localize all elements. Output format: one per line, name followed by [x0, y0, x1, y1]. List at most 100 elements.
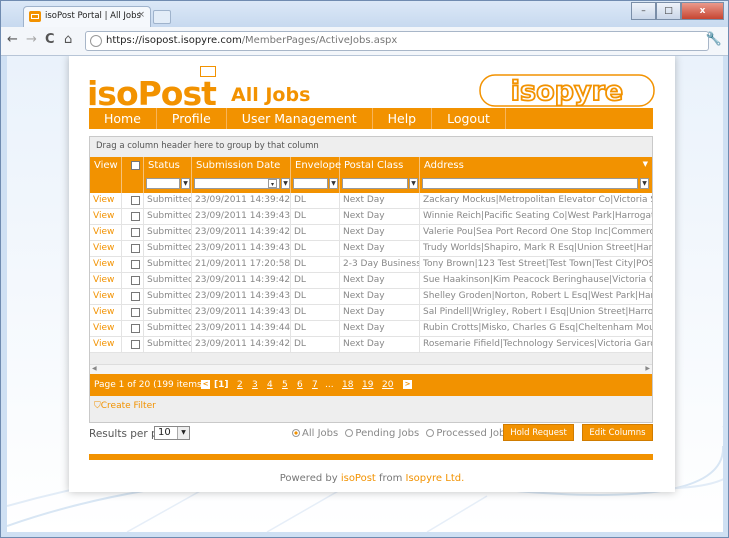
page-link[interactable]: 7 [312, 380, 318, 390]
group-by-hint[interactable]: Drag a column header here to group by th… [96, 141, 319, 151]
page-link[interactable]: 4 [267, 380, 273, 390]
results-per-page-select[interactable]: 10 ▼ [154, 426, 190, 440]
isopost-link[interactable]: isoPost [341, 473, 376, 484]
view-link[interactable]: View [90, 193, 122, 208]
create-filter-link[interactable]: ⛉Create Filter [94, 401, 156, 411]
table-row[interactable]: View Submitted 23/09/2011 14:39:43 DL Next D… [90, 209, 652, 225]
table-row[interactable]: View Submitted 23/09/2011 14:39:43 DL Next D… [90, 241, 652, 257]
table-row[interactable]: View Submitted 21/09/2011 17:20:58 DL 2-3 Da… [90, 257, 652, 273]
table-row[interactable]: View Submitted 23/09/2011 14:39:42 DL Next D… [90, 225, 652, 241]
postal-filter-input[interactable] [342, 178, 408, 189]
maximize-button[interactable]: □ [656, 2, 681, 20]
col-status[interactable]: Status ▼ [144, 157, 192, 193]
view-link[interactable]: View [90, 273, 122, 288]
tab-close-icon[interactable]: × [137, 10, 145, 20]
envelope-filter-input[interactable] [293, 178, 328, 189]
footer-bar [89, 454, 653, 460]
select-all-checkbox[interactable] [131, 161, 140, 170]
row-checkbox[interactable] [131, 228, 140, 237]
filter-icon[interactable]: ▼ [409, 178, 418, 189]
address-bar[interactable]: https://isopost.isopyre.com/MemberPages/… [85, 31, 709, 51]
table-row[interactable]: View Submitted 23/09/2011 14:39:43 DL Next D… [90, 305, 652, 321]
horizontal-scrollbar[interactable]: ◀ ▶ [90, 364, 652, 374]
col-view[interactable]: View [90, 157, 122, 193]
close-window-button[interactable]: x [681, 2, 724, 20]
reload-icon[interactable]: C [45, 32, 55, 47]
page-link[interactable]: 20 [382, 380, 393, 390]
page-ellipsis[interactable]: ... [325, 380, 334, 390]
table-row[interactable]: View Submitted 23/09/2011 14:39:42 DL Next D… [90, 337, 652, 353]
address-cell: Trudy Worlds|Shapiro, Mark R Esq|Union S… [423, 243, 652, 253]
row-checkbox[interactable] [131, 260, 140, 269]
view-link[interactable]: View [90, 241, 122, 256]
isopyre-link[interactable]: Isopyre Ltd. [406, 473, 465, 484]
next-page-icon[interactable]: > [403, 380, 412, 389]
scroll-left-icon[interactable]: ◀ [92, 365, 97, 372]
row-checkbox[interactable] [131, 196, 140, 205]
page-link[interactable]: 19 [362, 380, 373, 390]
wrench-menu-icon[interactable]: 🔧 [706, 32, 722, 47]
filter-icon[interactable]: ▼ [329, 178, 338, 189]
radio-processed-jobs[interactable]: Processed Jobs [426, 428, 512, 439]
table-row[interactable]: View Submitted 23/09/2011 14:39:43 DL Next D… [90, 289, 652, 305]
col-envelope[interactable]: Envelope ▼ [291, 157, 341, 193]
back-arrow-icon[interactable]: ← [7, 32, 18, 47]
row-checkbox[interactable] [131, 340, 140, 349]
col-address[interactable]: Address ▼ ▼ [420, 157, 652, 193]
col-postal-class[interactable]: Postal Class ▼ [340, 157, 420, 193]
radio-icon[interactable] [345, 429, 354, 437]
menu-user-management[interactable]: User Management [227, 108, 373, 129]
scroll-right-icon[interactable]: ▶ [645, 365, 650, 372]
radio-pending-jobs[interactable]: Pending Jobs [345, 428, 421, 439]
view-link[interactable]: View [90, 337, 122, 352]
view-link[interactable]: View [90, 257, 122, 272]
col-select[interactable] [122, 157, 144, 193]
view-link[interactable]: View [90, 305, 122, 320]
row-checkbox[interactable] [131, 292, 140, 301]
menu-profile[interactable]: Profile [157, 108, 227, 129]
page-link[interactable]: 2 [237, 380, 243, 390]
view-link[interactable]: View [90, 289, 122, 304]
row-checkbox[interactable] [131, 276, 140, 285]
radio-selected-icon[interactable] [292, 429, 300, 437]
view-link[interactable]: View [90, 321, 122, 336]
page-link[interactable]: 5 [282, 380, 288, 390]
menu-help[interactable]: Help [373, 108, 433, 129]
page-link[interactable]: 6 [297, 380, 303, 390]
radio-icon[interactable] [426, 429, 435, 437]
menu-logout[interactable]: Logout [432, 108, 506, 129]
sort-icon[interactable]: ▼ [643, 160, 648, 168]
prev-page-icon[interactable]: < [201, 380, 210, 389]
table-row[interactable]: View Submitted 23/09/2011 14:39:44 DL Next D… [90, 321, 652, 337]
view-link[interactable]: View [90, 225, 122, 240]
radio-all-jobs[interactable]: All Jobs [292, 428, 340, 439]
status-filter-input[interactable] [146, 178, 180, 189]
isopyre-logo[interactable]: isopyre [479, 73, 655, 108]
table-row[interactable]: View Submitted 23/09/2011 14:39:42 DL Next D… [90, 273, 652, 289]
page-info-icon[interactable] [90, 35, 102, 47]
filter-icon[interactable]: ▼ [281, 178, 290, 189]
address-filter-input[interactable] [422, 178, 638, 189]
browser-tab[interactable]: isoPost Portal | All Jobs × [23, 6, 151, 27]
filter-icon[interactable]: ▼ [181, 178, 190, 189]
row-checkbox[interactable] [131, 308, 140, 317]
page-link[interactable]: 3 [252, 380, 258, 390]
hold-request-button[interactable]: Hold Request [503, 424, 574, 441]
home-icon[interactable]: ⌂ [64, 32, 72, 47]
page-link[interactable]: 18 [342, 380, 353, 390]
forward-arrow-icon[interactable]: → [26, 32, 37, 47]
edit-columns-button[interactable]: Edit Columns [582, 424, 653, 441]
filter-icon[interactable]: ▼ [640, 178, 649, 189]
table-row[interactable]: View Submitted 23/09/2011 14:39:42 DL Next D… [90, 193, 652, 209]
calendar-dropdown-icon[interactable]: ▾ [268, 179, 277, 188]
row-checkbox[interactable] [131, 212, 140, 221]
postal-class-cell: 2-3 Day Business [340, 257, 420, 272]
col-submission-date[interactable]: Submission Date ▾ ▼ [192, 157, 291, 193]
dropdown-arrow-icon[interactable]: ▼ [177, 427, 189, 439]
view-link[interactable]: View [90, 209, 122, 224]
new-tab-button[interactable] [153, 10, 171, 24]
row-checkbox[interactable] [131, 244, 140, 253]
menu-home[interactable]: Home [89, 108, 157, 129]
row-checkbox[interactable] [131, 324, 140, 333]
minimize-button[interactable]: – [631, 2, 656, 20]
